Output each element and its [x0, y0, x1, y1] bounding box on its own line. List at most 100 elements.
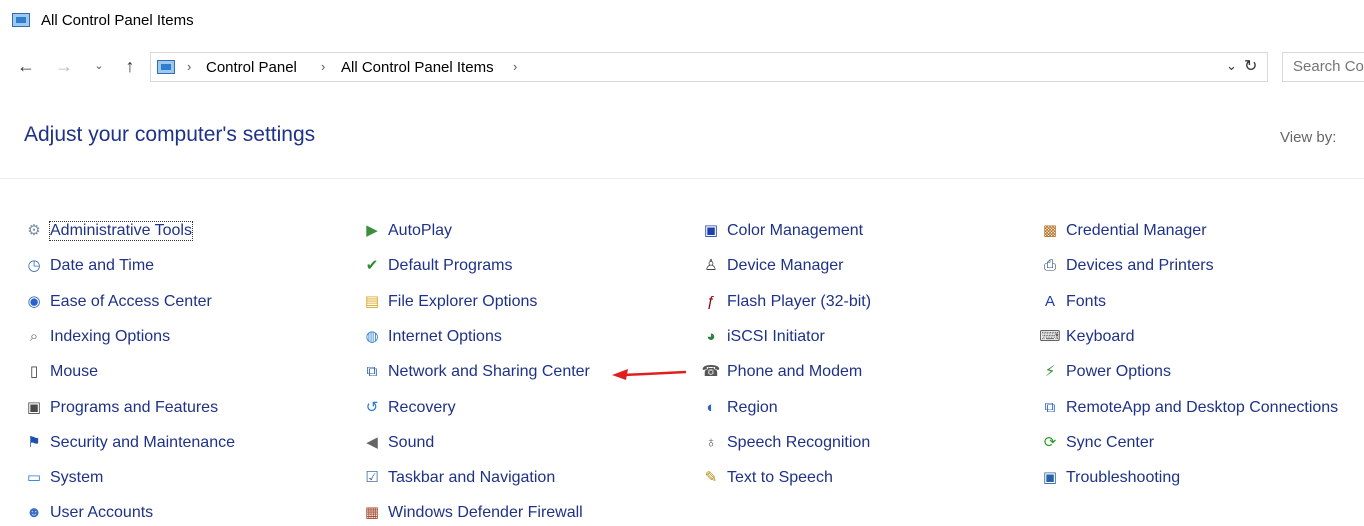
- control-panel-item[interactable]: ◷ Date and Time: [24, 253, 154, 279]
- control-panel-item-label[interactable]: Default Programs: [388, 257, 513, 275]
- breadcrumb-all-items[interactable]: All Control Panel Items: [341, 59, 494, 76]
- control-panel-item-label[interactable]: Color Management: [727, 222, 863, 240]
- network-icon: ⧉: [366, 363, 378, 380]
- control-panel-item[interactable]: ◕ iSCSI Initiator: [701, 324, 825, 350]
- control-panel-item[interactable]: ⚙ Administrative Tools: [24, 218, 193, 244]
- control-panel-item-label[interactable]: Power Options: [1066, 363, 1171, 381]
- control-panel-item[interactable]: ♁ Speech Recognition: [701, 430, 870, 456]
- search-input[interactable]: [1293, 58, 1364, 75]
- navigation-bar: ← → ⌄ ↑ › Control Panel › All Control Pa…: [0, 50, 1364, 84]
- control-panel-item[interactable]: ⧉ Network and Sharing Center: [362, 359, 590, 385]
- control-panel-item-label[interactable]: Administrative Tools: [49, 221, 193, 241]
- control-panel-item[interactable]: ▶ AutoPlay: [362, 218, 452, 244]
- arrow-head: [612, 369, 628, 380]
- control-panel-item-label[interactable]: File Explorer Options: [388, 293, 537, 311]
- address-bar[interactable]: › Control Panel › All Control Panel Item…: [150, 52, 1268, 82]
- control-panel-item[interactable]: ◀ Sound: [362, 430, 434, 456]
- control-panel-item[interactable]: ♙ Device Manager: [701, 253, 844, 279]
- control-panel-item[interactable]: ▩ Credential Manager: [1040, 218, 1207, 244]
- control-panel-item-label[interactable]: Devices and Printers: [1066, 257, 1214, 275]
- control-panel-item-label[interactable]: Device Manager: [727, 257, 844, 275]
- control-panel-item[interactable]: ⚑ Security and Maintenance: [24, 430, 235, 456]
- control-panel-item-label[interactable]: Date and Time: [50, 257, 154, 275]
- admin-tools-icon: ⚙: [27, 222, 41, 239]
- control-panel-item-label[interactable]: Internet Options: [388, 328, 502, 346]
- control-panel-item[interactable]: ⟳ Sync Center: [1040, 430, 1154, 456]
- control-panel-item-label[interactable]: Speech Recognition: [727, 434, 870, 452]
- refresh-icon[interactable]: ↻: [1244, 56, 1257, 76]
- red-arrow-annotation: [612, 369, 686, 380]
- control-panel-item-label[interactable]: Ease of Access Center: [50, 293, 212, 311]
- control-panel-item-label[interactable]: User Accounts: [50, 504, 153, 522]
- power-icon: ⚡: [1044, 363, 1056, 380]
- control-panel-item-label[interactable]: Flash Player (32-bit): [727, 293, 871, 311]
- control-panel-item-label[interactable]: Text to Speech: [727, 469, 833, 487]
- control-panel-item[interactable]: ↺ Recovery: [362, 395, 456, 421]
- autoplay-icon: ▶: [366, 222, 378, 239]
- control-panel-item-label[interactable]: Taskbar and Navigation: [388, 469, 555, 487]
- control-panel-item[interactable]: ƒ Flash Player (32-bit): [701, 289, 871, 315]
- control-panel-item-label[interactable]: Fonts: [1066, 293, 1106, 311]
- recent-locations-icon[interactable]: ⌄: [87, 54, 111, 78]
- control-panel-item-label[interactable]: iSCSI Initiator: [727, 328, 825, 346]
- breadcrumb-chevron-icon[interactable]: ›: [321, 59, 325, 74]
- control-panel-item[interactable]: ▤ File Explorer Options: [362, 289, 537, 315]
- control-panel-item[interactable]: ☑ Taskbar and Navigation: [362, 465, 555, 491]
- control-panel-item[interactable]: A Fonts: [1040, 289, 1106, 315]
- folder-options-icon: ▤: [364, 293, 380, 310]
- control-panel-item-label[interactable]: Phone and Modem: [727, 363, 862, 381]
- control-panel-item-label[interactable]: Windows Defender Firewall: [388, 504, 583, 522]
- control-panel-item-label[interactable]: Credential Manager: [1066, 222, 1207, 240]
- control-panel-item[interactable]: ▣ Programs and Features: [24, 395, 218, 421]
- control-panel-item[interactable]: ☻ User Accounts: [24, 500, 153, 526]
- control-panel-item-label[interactable]: Troubleshooting: [1066, 469, 1180, 487]
- flag-icon: ⚑: [27, 434, 41, 451]
- control-panel-item[interactable]: ⌕ Indexing Options: [24, 324, 170, 350]
- control-panel-item[interactable]: ✔ Default Programs: [362, 253, 513, 279]
- recovery-icon: ↺: [365, 399, 379, 416]
- control-panel-item[interactable]: ▦ Windows Defender Firewall: [362, 500, 583, 526]
- control-panel-item-label[interactable]: System: [50, 469, 103, 487]
- control-panel-item[interactable]: ⚡ Power Options: [1040, 359, 1171, 385]
- ease-of-access-icon: ◉: [27, 293, 41, 310]
- breadcrumb-control-panel[interactable]: Control Panel: [206, 59, 297, 76]
- control-panel-item[interactable]: ◍ Internet Options: [362, 324, 502, 350]
- control-panel-item-label[interactable]: AutoPlay: [388, 222, 452, 240]
- address-dropdown-icon[interactable]: ⌄: [1226, 58, 1237, 74]
- control-panel-item[interactable]: ◐ Region: [701, 395, 778, 421]
- control-panel-item[interactable]: ⌨ Keyboard: [1039, 324, 1135, 350]
- firewall-icon: ▦: [364, 504, 380, 521]
- control-panel-item-label[interactable]: Network and Sharing Center: [388, 363, 590, 381]
- control-panel-item[interactable]: ☎ Phone and Modem: [701, 359, 863, 385]
- control-panel-item[interactable]: ▯ Mouse: [24, 359, 98, 385]
- breadcrumb-chevron-icon[interactable]: ›: [513, 59, 517, 74]
- title-bar: All Control Panel Items: [0, 0, 1364, 44]
- back-arrow-icon[interactable]: ←: [14, 54, 38, 78]
- control-panel-item-label[interactable]: Mouse: [50, 363, 98, 381]
- control-panel-item-label[interactable]: Indexing Options: [50, 328, 170, 346]
- control-panel-item-label[interactable]: Sound: [388, 434, 434, 452]
- search-box[interactable]: [1282, 52, 1364, 82]
- control-panel-item[interactable]: ▭ System: [24, 465, 103, 491]
- breadcrumb-chevron-icon[interactable]: ›: [187, 59, 191, 74]
- control-panel-item-label[interactable]: Sync Center: [1066, 434, 1154, 452]
- control-panel-item[interactable]: ✎ Text to Speech: [701, 465, 833, 491]
- control-panel-item[interactable]: ⎙ Devices and Printers: [1040, 253, 1214, 279]
- control-panel-item[interactable]: ▣ Troubleshooting: [1040, 465, 1180, 491]
- control-panel-item[interactable]: ▣ Color Management: [701, 218, 863, 244]
- text-to-speech-icon: ✎: [704, 469, 718, 486]
- region-icon: ◐: [706, 399, 716, 416]
- control-panel-item[interactable]: ◉ Ease of Access Center: [24, 289, 212, 315]
- remoteapp-icon: ⧉: [1044, 399, 1056, 416]
- control-panel-item-label[interactable]: Recovery: [388, 399, 456, 417]
- control-panel-item[interactable]: ⧉ RemoteApp and Desktop Connections: [1040, 395, 1339, 421]
- control-panel-item-label[interactable]: RemoteApp and Desktop Connections: [1066, 399, 1338, 417]
- control-panel-item-label[interactable]: Security and Maintenance: [50, 434, 235, 452]
- up-arrow-icon[interactable]: ↑: [118, 54, 142, 78]
- arrow-shaft: [623, 370, 686, 377]
- control-panel-item-label[interactable]: Programs and Features: [50, 399, 218, 417]
- control-panel-item-label[interactable]: Region: [727, 399, 778, 417]
- globe-icon: ◍: [365, 328, 379, 345]
- forward-arrow-icon[interactable]: →: [52, 54, 76, 78]
- control-panel-item-label[interactable]: Keyboard: [1066, 328, 1135, 346]
